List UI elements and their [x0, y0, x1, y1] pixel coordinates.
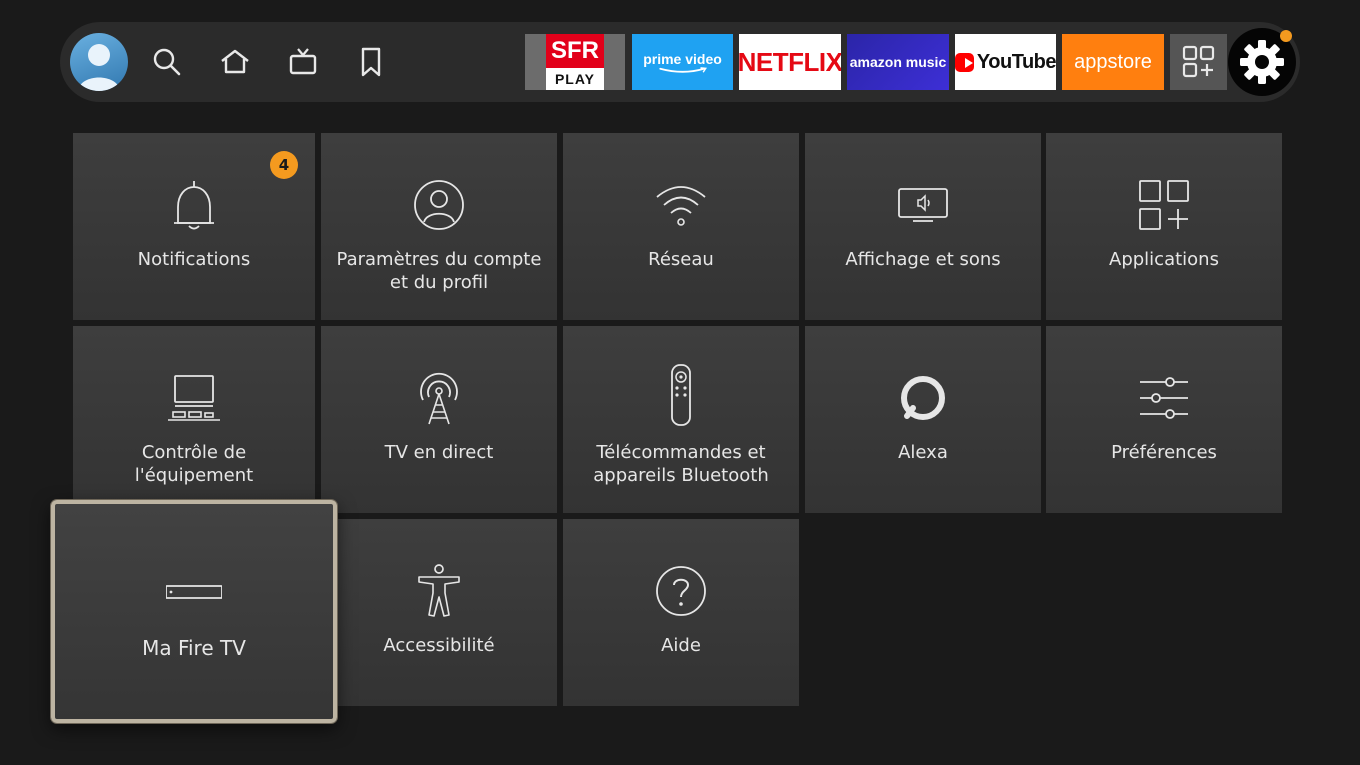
- settings-notification-dot: [1280, 30, 1292, 42]
- tile-display-sounds[interactable]: Affichage et sons: [805, 133, 1041, 320]
- app-appstore[interactable]: appstore: [1062, 34, 1164, 90]
- bell-icon: [166, 177, 222, 233]
- tile-alexa[interactable]: Alexa: [805, 326, 1041, 513]
- home-icon: [221, 49, 249, 74]
- app-amazon-music[interactable]: amazon music: [847, 34, 949, 90]
- tile-account-profile[interactable]: Paramètres du compte et du profil: [321, 133, 557, 320]
- antenna-icon: [411, 370, 467, 426]
- app-sfr-play[interactable]: SFR PLAY: [525, 34, 625, 90]
- bookmark-icon: [361, 47, 381, 77]
- tile-label: Paramètres du compte et du profil: [336, 249, 542, 293]
- search-icon: [153, 48, 181, 76]
- tile-label: Affichage et sons: [845, 249, 1001, 270]
- home-button[interactable]: [217, 44, 253, 80]
- tile-label: Aide: [661, 635, 701, 656]
- youtube-logo-text: YouTube: [976, 50, 1056, 73]
- display-sound-icon: [895, 177, 951, 233]
- equipment-icon: [166, 370, 222, 426]
- tile-equipment-control[interactable]: Contrôle de l'équipement: [73, 326, 315, 513]
- wifi-icon: [653, 177, 709, 233]
- app-youtube[interactable]: YouTube: [955, 34, 1056, 90]
- all-apps-button[interactable]: [1170, 34, 1227, 90]
- tile-help[interactable]: Aide: [563, 519, 799, 706]
- tile-label: TV en direct: [384, 442, 494, 463]
- sfr-logo-subtext: PLAY: [546, 68, 604, 90]
- accessibility-icon: [411, 563, 467, 619]
- apps-icon: [1136, 177, 1192, 233]
- prime-smile-icon: [658, 66, 707, 73]
- youtube-play-icon: [955, 52, 974, 72]
- sfr-logo-text: SFR: [546, 34, 604, 68]
- tile-label: Alexa: [898, 442, 948, 463]
- tile-label: Notifications: [137, 249, 251, 270]
- alexa-icon: [895, 370, 951, 426]
- notification-count-badge: 4: [270, 151, 298, 179]
- apps-grid-plus-icon: [1182, 45, 1214, 78]
- tile-label: Ma Fire TV: [142, 636, 246, 660]
- tile-applications[interactable]: Applications: [1046, 133, 1282, 320]
- help-icon: [653, 563, 709, 619]
- user-silhouette-icon: [78, 44, 120, 91]
- tile-accessibility[interactable]: Accessibilité: [321, 519, 557, 706]
- gear-icon: [1240, 40, 1284, 84]
- search-button[interactable]: [149, 44, 185, 80]
- tile-label: Réseau: [648, 249, 714, 270]
- tile-label: Télécommandes et appareils Bluetooth: [593, 442, 769, 486]
- prime-video-logo-text: prime video: [643, 50, 722, 67]
- sliders-icon: [1136, 370, 1192, 426]
- netflix-logo-text: NETFLIX: [739, 46, 841, 77]
- tv-icon: [289, 48, 317, 75]
- tile-remotes-bluetooth[interactable]: Télécommandes et appareils Bluetooth: [563, 326, 799, 513]
- amazon-music-logo-text: amazon music: [849, 54, 947, 70]
- watchlist-button[interactable]: [353, 44, 389, 80]
- tile-my-fire-tv[interactable]: Ma Fire TV: [51, 500, 337, 723]
- tile-label: Préférences: [1111, 442, 1217, 463]
- tile-preferences[interactable]: Préférences: [1046, 326, 1282, 513]
- tile-label: Accessibilité: [383, 635, 495, 656]
- tile-label: Applications: [1109, 249, 1219, 270]
- fire-tv-device-icon: [165, 564, 223, 620]
- profile-avatar[interactable]: [70, 33, 128, 91]
- remote-icon: [653, 364, 709, 426]
- live-tv-button[interactable]: [285, 44, 321, 80]
- app-netflix[interactable]: NETFLIX: [739, 34, 841, 90]
- tile-label: Contrôle de l'équipement: [134, 442, 254, 486]
- appstore-logo-text: appstore: [1074, 50, 1152, 73]
- account-icon: [411, 177, 467, 233]
- tile-live-tv[interactable]: TV en direct: [321, 326, 557, 513]
- tile-notifications[interactable]: 4 Notifications: [73, 133, 315, 320]
- app-prime-video[interactable]: prime video: [632, 34, 733, 90]
- tile-network[interactable]: Réseau: [563, 133, 799, 320]
- sfr-play-logo: SFR PLAY: [546, 34, 604, 90]
